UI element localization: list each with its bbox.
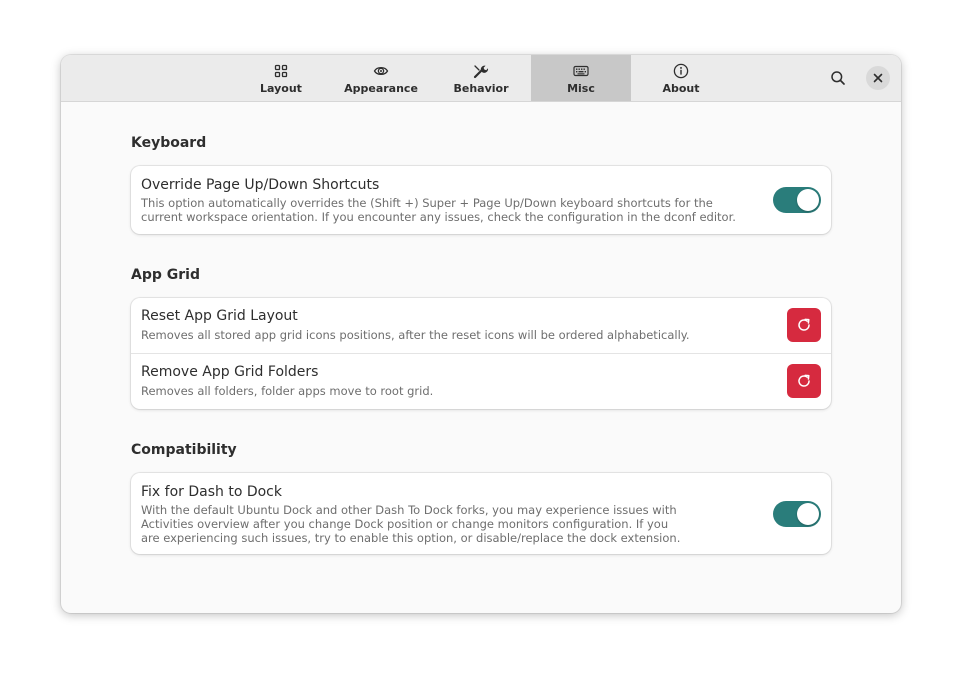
tab-misc[interactable]: Misc — [531, 55, 631, 101]
tab-appearance[interactable]: Appearance — [331, 55, 431, 101]
close-icon — [873, 73, 883, 83]
row-subtitle: Removes all stored app grid icons positi… — [141, 328, 781, 342]
tab-label: Layout — [260, 82, 302, 95]
info-icon — [673, 63, 689, 79]
row-title: Remove App Grid Folders — [141, 364, 319, 380]
subtitle-line: are experiencing such issues, try to ena… — [141, 531, 681, 545]
section-title-compatibility: Compatibility — [131, 442, 237, 458]
tab-about[interactable]: About — [631, 55, 731, 101]
row-title: Reset App Grid Layout — [141, 308, 298, 324]
wrench-icon — [473, 65, 489, 79]
fix-dash-to-dock-switch[interactable] — [773, 501, 821, 527]
tab-layout[interactable]: Layout — [231, 55, 331, 101]
row-title: Fix for Dash to Dock — [141, 484, 282, 500]
compatibility-card: Fix for Dash to Dock With the default Ub… — [131, 473, 831, 554]
row-fix-dash-to-dock: Fix for Dash to Dock With the default Ub… — [131, 473, 831, 554]
switch-knob — [797, 503, 819, 525]
tab-label: Appearance — [344, 82, 418, 95]
section-title-app-grid: App Grid — [131, 267, 200, 283]
tab-label: Misc — [567, 82, 595, 95]
keyboard-icon — [573, 65, 589, 77]
subtitle-line: Activities overview after you change Doc… — [141, 517, 669, 531]
subtitle-line: Removes all stored app grid icons positi… — [141, 328, 690, 342]
search-icon — [831, 71, 845, 85]
app-grid-card: Reset App Grid Layout Removes all stored… — [131, 298, 831, 409]
row-remove-app-grid-folders: Remove App Grid Folders Removes all fold… — [131, 353, 831, 409]
row-subtitle: Removes all folders, folder apps move to… — [141, 384, 741, 398]
search-button[interactable] — [826, 66, 850, 90]
subtitle-line: Removes all folders, folder apps move to… — [141, 384, 434, 398]
override-shortcuts-switch[interactable] — [773, 187, 821, 213]
tab-label: About — [662, 82, 700, 95]
row-reset-app-grid-layout: Reset App Grid Layout Removes all stored… — [131, 298, 831, 353]
reset-app-grid-button[interactable] — [787, 308, 821, 342]
refresh-icon — [798, 318, 810, 331]
row-subtitle: This option automatically overrides the … — [141, 196, 781, 224]
row-subtitle: With the default Ubuntu Dock and other D… — [141, 503, 741, 545]
eye-icon — [373, 66, 389, 76]
close-button[interactable] — [866, 66, 890, 90]
refresh-icon — [798, 374, 810, 387]
row-override-page-shortcuts: Override Page Up/Down Shortcuts This opt… — [131, 166, 831, 234]
grid-icon — [274, 64, 288, 78]
tab-behavior[interactable]: Behavior — [431, 55, 531, 101]
row-title: Override Page Up/Down Shortcuts — [141, 177, 380, 193]
remove-folders-button[interactable] — [787, 364, 821, 398]
preferences-window: Layout Appearance Behavior Misc About Ke… — [61, 55, 901, 613]
subtitle-line: current workspace orientation. If you en… — [141, 210, 736, 224]
switch-knob — [797, 189, 819, 211]
header-bar: Layout Appearance Behavior Misc About — [61, 55, 901, 102]
subtitle-line: This option automatically overrides the … — [141, 196, 713, 210]
tab-label: Behavior — [453, 82, 509, 95]
subtitle-line: With the default Ubuntu Dock and other D… — [141, 503, 677, 517]
keyboard-card: Override Page Up/Down Shortcuts This opt… — [131, 166, 831, 234]
tab-bar: Layout Appearance Behavior Misc About — [231, 55, 731, 101]
section-title-keyboard: Keyboard — [131, 135, 207, 151]
